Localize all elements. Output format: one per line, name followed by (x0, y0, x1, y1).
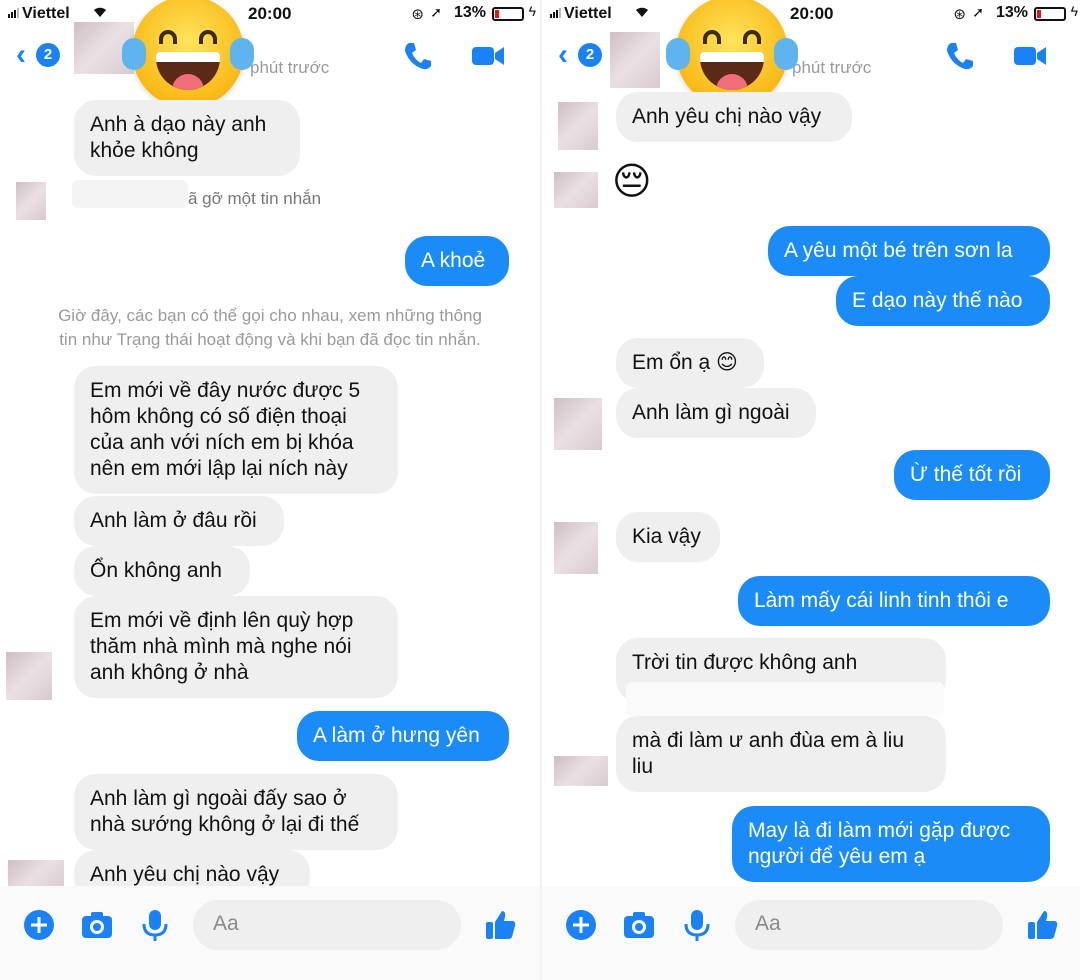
video-camera-icon[interactable] (470, 38, 506, 74)
message-bubble-incoming[interactable]: Anh à dạo này anh khỏe không (74, 100, 300, 176)
wifi-icon (94, 7, 106, 17)
active-status: phút trước (792, 58, 872, 77)
message-bubble-incoming[interactable]: Em mới về đây nước được 5 hôm không có s… (74, 366, 398, 494)
message-bubble-outgoing[interactable]: A làm ở hưng yên (297, 711, 509, 761)
carrier-name: Viettel (22, 5, 70, 22)
rotation-lock-icon: ⊛ (411, 6, 424, 23)
blurred-message-content (626, 682, 944, 716)
battery-percent: 13% (453, 4, 486, 21)
message-bubble-incoming[interactable]: Em ổn ạ 😊 (616, 338, 764, 388)
blurred-name (72, 180, 188, 208)
message-bubble-outgoing[interactable]: May là đi làm mới gặp được người để yêu … (732, 806, 1050, 882)
message-bubble-incoming[interactable]: Anh làm gì ngoài (616, 388, 816, 438)
conversation-header: ‹ 2 phút trước (542, 28, 1080, 88)
back-button[interactable]: ‹ 2 (16, 40, 64, 70)
battery-percent: 13% (995, 4, 1028, 21)
sender-avatar-blurred (16, 182, 46, 220)
location-icon: ➚ (972, 4, 984, 20)
contact-avatar-blurred[interactable] (610, 32, 660, 88)
wifi-icon (636, 7, 648, 17)
message-bubble-outgoing[interactable]: E dạo này thế nào (836, 276, 1050, 326)
rotation-lock-icon: ⊛ (953, 6, 966, 23)
message-bubble-outgoing[interactable]: A yêu một bé trên sơn la (768, 226, 1050, 276)
phone-icon[interactable] (400, 38, 436, 74)
message-input-placeholder: Aa (213, 912, 239, 935)
back-chevron-icon: ‹ (558, 38, 568, 71)
sad-emoji-message[interactable]: 😔 (612, 158, 652, 206)
right-chat-screenshot: Viettel 20:00 ⊛ ➚ 13% ϟ ‹ 2 phút trước A… (540, 0, 1080, 980)
message-bubble-outgoing[interactable]: A khoẻ (405, 236, 509, 286)
message-bubble-incoming[interactable]: Kia vậy (616, 512, 720, 562)
message-bubble-incoming[interactable]: Anh yêu chị nào vậy (616, 92, 852, 142)
message-bubble-outgoing[interactable]: Làm mấy cái linh tinh thôi e (738, 576, 1050, 626)
carrier-name: Viettel (564, 5, 612, 22)
video-camera-icon[interactable] (1012, 38, 1048, 74)
sender-avatar-blurred (554, 522, 598, 574)
charging-bolt-icon: ϟ (528, 3, 536, 19)
plus-icon[interactable] (564, 908, 598, 942)
phone-icon[interactable] (942, 38, 978, 74)
back-chevron-icon: ‹ (16, 38, 26, 71)
thumbs-up-icon[interactable] (1026, 908, 1060, 942)
message-input-placeholder: Aa (755, 912, 781, 935)
battery-icon (1034, 7, 1066, 21)
sender-avatar-blurred (554, 398, 602, 450)
conversation-header: ‹ 2 phút trước (0, 22, 540, 84)
laughing-emoji-sticker (122, 0, 254, 108)
sender-avatar-blurred (554, 172, 598, 208)
message-bubble-outgoing[interactable]: Ừ thế tốt rồi (894, 450, 1050, 500)
signal-icon (8, 8, 20, 18)
sender-avatar-blurred (554, 756, 608, 786)
message-bubble-incoming[interactable]: Ổn không anh (74, 546, 250, 596)
active-status: phút trước (250, 58, 330, 77)
sender-avatar-blurred (6, 652, 52, 700)
unread-count-badge: 2 (36, 43, 60, 67)
message-composer: Aa (0, 886, 540, 980)
charging-bolt-icon: ϟ (1070, 3, 1078, 19)
message-bubble-incoming[interactable]: Anh làm gì ngoài đấy sao ở nhà sướng khô… (74, 774, 398, 850)
sender-avatar-blurred (558, 102, 598, 150)
thumbs-up-icon[interactable] (484, 908, 518, 942)
call-availability-notice: Giờ đây, các bạn có thể gọi cho nhau, xe… (58, 306, 482, 349)
back-button[interactable]: ‹ 2 (558, 40, 606, 70)
microphone-icon[interactable] (680, 908, 714, 942)
signal-icon (550, 8, 562, 18)
status-time: 20:00 (790, 4, 834, 23)
message-input[interactable]: Aa (193, 900, 461, 950)
plus-icon[interactable] (22, 908, 56, 942)
battery-icon (492, 7, 524, 21)
message-input[interactable]: Aa (735, 900, 1003, 950)
status-bar: Viettel 20:00 ⊛ ➚ 13% ϟ (542, 0, 1080, 28)
message-bubble-incoming[interactable]: mà đi làm ư anh đùa em à liu liu (616, 716, 946, 792)
left-chat-screenshot: Viettel 20:00 ⊛ ➚ 13% ϟ ‹ 2 phút trước A… (0, 0, 540, 980)
message-composer: Aa (542, 886, 1080, 980)
camera-icon[interactable] (80, 908, 114, 942)
message-removed-notice: ã gỡ một tin nhắn (188, 189, 322, 208)
location-icon: ➚ (430, 4, 442, 20)
status-time: 20:00 (248, 4, 292, 23)
camera-icon[interactable] (622, 908, 656, 942)
message-bubble-incoming[interactable]: Anh làm ở đâu rồi (74, 496, 284, 546)
microphone-icon[interactable] (138, 908, 172, 942)
message-bubble-incoming[interactable]: Em mới về định lên quỳ hợp thăm nhà mình… (74, 596, 398, 698)
unread-count-badge: 2 (578, 43, 602, 67)
